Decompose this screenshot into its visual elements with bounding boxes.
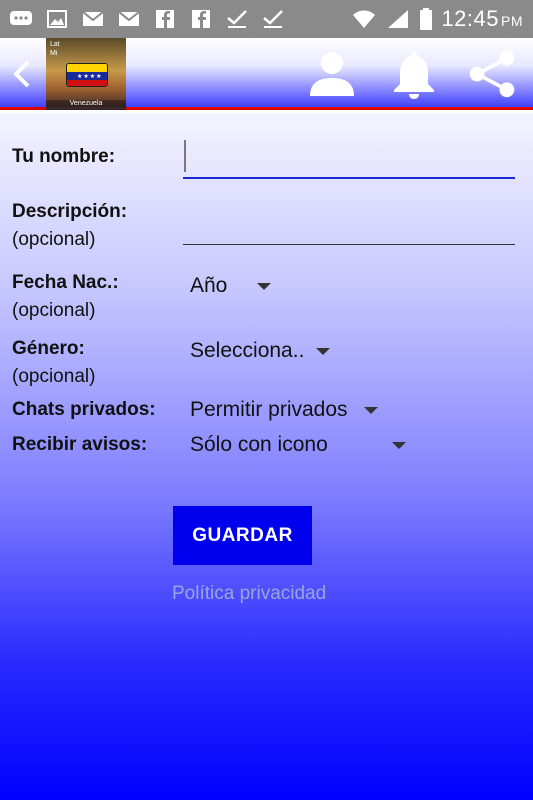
app-bar: Lat Mi ★★★★ Venezuela bbox=[0, 38, 533, 110]
signal-icon bbox=[385, 9, 411, 29]
description-label-text: Descripción: bbox=[12, 201, 128, 222]
battery-icon bbox=[419, 8, 433, 30]
notifications-select[interactable]: Sólo con icono bbox=[190, 431, 406, 459]
check-icon bbox=[260, 9, 286, 29]
name-label: Tu nombre: bbox=[12, 146, 116, 167]
private-chats-select[interactable]: Permitir privados bbox=[190, 396, 378, 424]
status-time: 12:45 PM bbox=[441, 6, 523, 32]
profile-form: Tu nombre: Descripción: (opcional) Fecha… bbox=[0, 113, 533, 800]
notifications-value: Sólo con icono bbox=[190, 433, 328, 456]
notifications-label: Recibir avisos: bbox=[12, 434, 148, 455]
privacy-policy-link[interactable]: Política privacidad bbox=[172, 583, 326, 605]
person-icon bbox=[310, 52, 354, 96]
status-time-ampm: PM bbox=[501, 13, 523, 29]
name-underline bbox=[183, 177, 515, 179]
system-icons: 12:45 PM bbox=[351, 6, 533, 32]
birth-label: Fecha Nac.: (opcional) bbox=[12, 269, 119, 325]
gmail-icon bbox=[116, 9, 142, 29]
private-chats-label: Chats privados: bbox=[12, 399, 156, 420]
chevron-left-icon bbox=[13, 60, 30, 88]
venezuela-flag-icon: ★★★★ bbox=[66, 63, 108, 87]
dropdown-arrow-icon bbox=[257, 282, 272, 290]
dropdown-arrow-icon bbox=[391, 441, 406, 449]
gender-value: Selecciona.. bbox=[190, 339, 305, 362]
save-button[interactable]: GUARDAR bbox=[173, 506, 312, 565]
name-input[interactable] bbox=[183, 137, 515, 177]
facebook-icon bbox=[152, 9, 178, 29]
facebook-icon bbox=[188, 9, 214, 29]
birth-label-text: Fecha Nac.: bbox=[12, 272, 119, 293]
check-icon bbox=[224, 9, 250, 29]
birth-year-value: Año bbox=[190, 274, 228, 297]
chat-bubble-icon bbox=[8, 9, 34, 29]
gender-label-text: Género: bbox=[12, 338, 85, 359]
back-button[interactable] bbox=[8, 58, 38, 90]
private-chats-value: Permitir privados bbox=[190, 398, 348, 421]
dropdown-arrow-icon bbox=[363, 406, 378, 414]
share-icon bbox=[469, 50, 515, 98]
dropdown-arrow-icon bbox=[316, 347, 331, 355]
description-optional: (opcional) bbox=[12, 229, 96, 250]
wifi-icon bbox=[351, 9, 377, 29]
bell-icon bbox=[394, 52, 434, 99]
birth-year-select[interactable]: Año bbox=[190, 272, 272, 300]
thumbnail-mini-text: Lat Mi bbox=[50, 41, 60, 57]
status-bar: 12:45 PM bbox=[0, 0, 533, 38]
gmail-icon bbox=[80, 9, 106, 29]
notification-icons bbox=[0, 9, 286, 29]
room-thumbnail[interactable]: Lat Mi ★★★★ Venezuela bbox=[46, 38, 126, 110]
gender-label: Género: (opcional) bbox=[12, 335, 95, 391]
gender-optional: (opcional) bbox=[12, 366, 96, 387]
image-icon bbox=[44, 9, 70, 29]
birth-optional: (opcional) bbox=[12, 300, 96, 321]
description-input[interactable] bbox=[183, 205, 515, 243]
thumbnail-caption: Venezuela bbox=[46, 100, 126, 107]
gender-select[interactable]: Selecciona.. bbox=[190, 337, 331, 365]
notifications-button[interactable] bbox=[386, 48, 442, 100]
share-button[interactable] bbox=[464, 48, 520, 100]
profile-button[interactable] bbox=[304, 48, 360, 100]
description-underline bbox=[183, 244, 515, 245]
description-label: Descripción: (opcional) bbox=[12, 198, 127, 254]
status-time-value: 12:45 bbox=[441, 6, 499, 31]
